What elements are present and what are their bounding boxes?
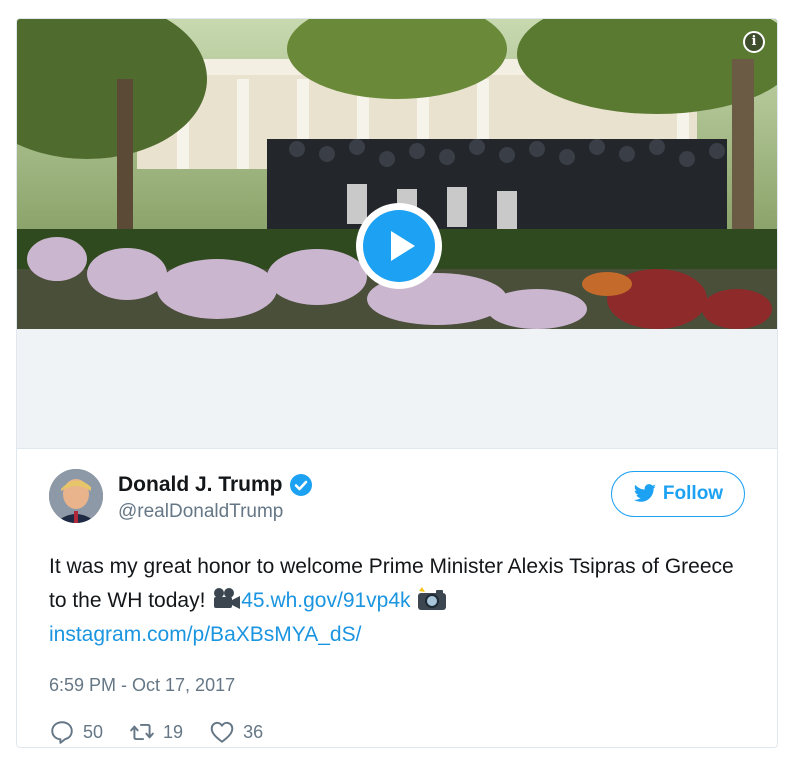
play-icon (391, 231, 415, 261)
avatar-image (49, 469, 103, 523)
reply-button[interactable]: 50 (49, 719, 103, 745)
tweet-actions: 50 19 36 (49, 719, 263, 745)
movie-camera-icon (214, 588, 241, 609)
retweet-button[interactable]: 19 (129, 719, 183, 745)
follow-button-label: Follow (662, 483, 724, 504)
display-name-text: Donald J. Trump (118, 473, 283, 496)
tweet-link-instagram[interactable]: instagram.com/p/BaXBsMYA_dS/ (49, 623, 361, 646)
retweet-icon (130, 723, 154, 741)
display-name[interactable]: Donald J. Trump (118, 473, 313, 497)
reply-count: 50 (83, 721, 104, 742)
tweet-timestamp[interactable]: 6:59 PM - Oct 17, 2017 (49, 675, 235, 696)
tweet-text: It was my great honor to welcome Prime M… (49, 550, 749, 652)
play-button-circle (363, 210, 435, 282)
twitter-bird-icon (633, 484, 656, 502)
media-placeholder (17, 329, 777, 449)
tweet-card: i Donald J. Trump @realDonaldTrump Follo… (16, 18, 778, 748)
tweet-body: Donald J. Trump @realDonaldTrump Follow … (17, 449, 777, 747)
video-thumbnail[interactable]: i (17, 19, 777, 329)
avatar[interactable] (49, 469, 103, 523)
follow-button[interactable]: Follow (611, 471, 745, 517)
play-button[interactable] (356, 203, 442, 289)
retweet-count: 19 (163, 721, 184, 742)
like-count: 36 (243, 721, 264, 742)
tweet-link-wh[interactable]: 45.wh.gov/91vp4k (241, 589, 410, 612)
user-handle[interactable]: @realDonaldTrump (118, 501, 313, 523)
author-info: Donald J. Trump @realDonaldTrump (118, 473, 313, 523)
reply-icon (51, 721, 73, 744)
verified-badge-icon (289, 474, 312, 496)
like-button[interactable]: 36 (209, 719, 263, 745)
heart-icon (210, 721, 234, 743)
info-icon[interactable]: i (743, 31, 765, 53)
camera-flash-icon (418, 587, 447, 610)
